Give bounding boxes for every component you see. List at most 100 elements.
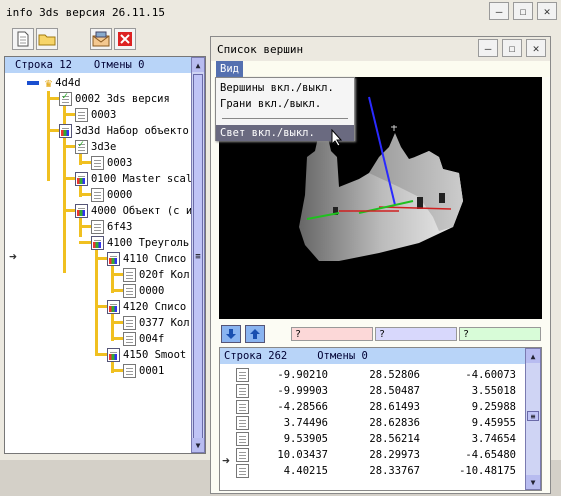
open-folder-button[interactable] xyxy=(36,28,58,50)
tree-node[interactable]: 0002 3ds версия xyxy=(59,91,170,107)
table-cell: 4.40215 xyxy=(283,465,328,477)
menu-item-faces[interactable]: Грани вкл./выкл. xyxy=(216,96,354,112)
table-row[interactable]: 10.03437 28.29973 -4.65480 xyxy=(220,448,525,463)
tree-node[interactable]: 4000 Объект (с и xyxy=(75,203,192,219)
tree-scrollbar[interactable]: ▲ ≡ ▼ xyxy=(191,57,205,453)
export-button[interactable] xyxy=(90,28,112,50)
table-row[interactable]: -9.99903 28.50487 3.55018 xyxy=(220,384,525,399)
document-icon xyxy=(236,400,249,414)
color-doc-icon xyxy=(75,204,88,218)
mouse-cursor-icon xyxy=(331,128,343,150)
table-cell: 3.55018 xyxy=(471,385,516,397)
tree-node[interactable]: 0001 xyxy=(123,363,164,379)
arrow-down-button[interactable] xyxy=(221,325,241,343)
table-cell: -9.99903 xyxy=(277,385,328,397)
field-x[interactable]: ? xyxy=(291,327,373,341)
table-cell: -10.48175 xyxy=(459,465,516,477)
check-doc-icon xyxy=(59,91,72,106)
main-title-bar: info 3ds версия 26.11.15 xyxy=(0,0,561,24)
table-cell: 28.52806 xyxy=(369,369,420,381)
table-cell: 28.62836 xyxy=(369,417,420,429)
tree-node[interactable]: 0000 xyxy=(91,187,132,203)
table-cell: 3.74654 xyxy=(471,433,516,445)
main-title: info 3ds версия 26.11.15 xyxy=(6,5,165,19)
tree-node[interactable]: 3d3e xyxy=(75,139,116,155)
color-doc-icon xyxy=(75,172,88,186)
table-row[interactable]: 3.74496 28.62836 9.45955 xyxy=(220,416,525,431)
tree-node[interactable]: 0000 xyxy=(123,283,164,299)
document-icon xyxy=(236,464,249,478)
close-button[interactable]: ✕ xyxy=(537,2,557,20)
tree-node[interactable]: 004f xyxy=(123,331,164,347)
tree-node[interactable]: 4110 Списо xyxy=(107,251,186,267)
color-doc-icon xyxy=(59,124,72,138)
tree-node[interactable]: 4100 Треуголь xyxy=(91,235,189,251)
minimize-button[interactable]: — xyxy=(489,2,509,20)
vertex-window: Список вершин — ☐ ✕ Вид Вершины вкл./вык… xyxy=(210,36,551,494)
vertex-minimize-button[interactable]: — xyxy=(478,39,498,57)
color-doc-icon xyxy=(107,300,120,314)
table-cell: -4.60073 xyxy=(465,369,516,381)
list-scroll-down-arrow-icon[interactable]: ▼ xyxy=(526,475,540,489)
menu-separator xyxy=(222,118,348,119)
tree-node[interactable]: 6f43 xyxy=(91,219,132,235)
field-z[interactable]: ? xyxy=(459,327,541,341)
color-doc-icon xyxy=(107,348,120,362)
tree-node[interactable]: 0003 xyxy=(91,155,132,171)
collapse-icon[interactable] xyxy=(27,81,39,85)
vertex-rows: -9.90210 28.52806 -4.60073 -9.99903 28.50487… xyxy=(220,366,525,490)
table-cell: 28.56214 xyxy=(369,433,420,445)
table-row[interactable]: 9.53905 28.56214 3.74654 xyxy=(220,432,525,447)
document-icon xyxy=(123,284,136,298)
tree-node[interactable]: 4150 Smoot xyxy=(107,347,186,363)
document-icon xyxy=(236,416,249,430)
menu-item-vertices[interactable]: Вершины вкл./выкл. xyxy=(216,80,354,96)
scroll-up-arrow-icon[interactable]: ▲ xyxy=(192,58,204,72)
table-row[interactable]: 4.40215 28.33767 -10.48175 xyxy=(220,464,525,479)
tree-node[interactable]: ♛ 4d4d xyxy=(27,75,81,91)
arrow-up-button[interactable] xyxy=(245,325,265,343)
vertex-list: Строка 262 Отмены 0 -9.90210 28.52806 -4.6… xyxy=(219,347,542,491)
tree-node[interactable]: 0003 xyxy=(75,107,116,123)
crown-icon: ♛ xyxy=(45,76,53,90)
table-row[interactable]: -4.28566 28.61493 9.25988 xyxy=(220,400,525,415)
delete-button[interactable] xyxy=(114,28,136,50)
list-scroll-up-arrow-icon[interactable]: ▲ xyxy=(526,349,540,363)
new-file-button[interactable] xyxy=(12,28,34,50)
table-cell: 28.29973 xyxy=(369,449,420,461)
table-cell: -4.28566 xyxy=(277,401,328,413)
document-icon xyxy=(236,368,249,382)
delete-icon xyxy=(118,32,132,46)
tree-node[interactable]: 4120 Списо xyxy=(107,299,186,315)
menu-view[interactable]: Вид xyxy=(216,61,243,77)
list-scroll-thumb[interactable]: ≡ xyxy=(527,411,539,421)
table-cell: 9.25988 xyxy=(471,401,516,413)
tree-node[interactable]: 0377 Кол xyxy=(123,315,190,331)
tree-node[interactable]: 0100 Master scal xyxy=(75,171,192,187)
table-cell: 28.33767 xyxy=(369,465,420,477)
document-icon xyxy=(123,316,136,330)
document-icon xyxy=(123,332,136,346)
document-icon xyxy=(91,220,104,234)
field-y[interactable]: ? xyxy=(375,327,457,341)
vertex-title: Список вершин xyxy=(217,42,304,56)
list-undo-counter: Отмены 0 xyxy=(317,350,368,362)
scroll-down-arrow-icon[interactable]: ▼ xyxy=(192,438,204,452)
maximize-button[interactable]: ☐ xyxy=(513,2,533,20)
tree-node[interactable]: 3d3d Набор объекто xyxy=(59,123,189,139)
vertex-close-button[interactable]: ✕ xyxy=(526,39,546,57)
tree-node[interactable]: 020f Кол xyxy=(123,267,190,283)
tree-row-counter: Строка 12 xyxy=(15,59,72,71)
envelope-icon xyxy=(92,31,110,47)
folder-icon xyxy=(38,34,56,46)
tree-undo-counter: Отмены 0 xyxy=(93,59,145,71)
arrow-down-icon xyxy=(226,329,236,339)
list-row-counter: Строка 262 xyxy=(224,350,288,362)
list-pointer-arrow-icon: ➜ xyxy=(222,454,230,469)
vertex-maximize-button[interactable]: ☐ xyxy=(502,39,522,57)
table-row[interactable]: -9.90210 28.52806 -4.60073 xyxy=(220,368,525,383)
scroll-thumb[interactable]: ≡ xyxy=(193,74,203,440)
color-doc-icon xyxy=(107,252,120,266)
list-scrollbar[interactable]: ▲ ≡ ▼ xyxy=(525,348,541,490)
document-icon xyxy=(123,268,136,282)
